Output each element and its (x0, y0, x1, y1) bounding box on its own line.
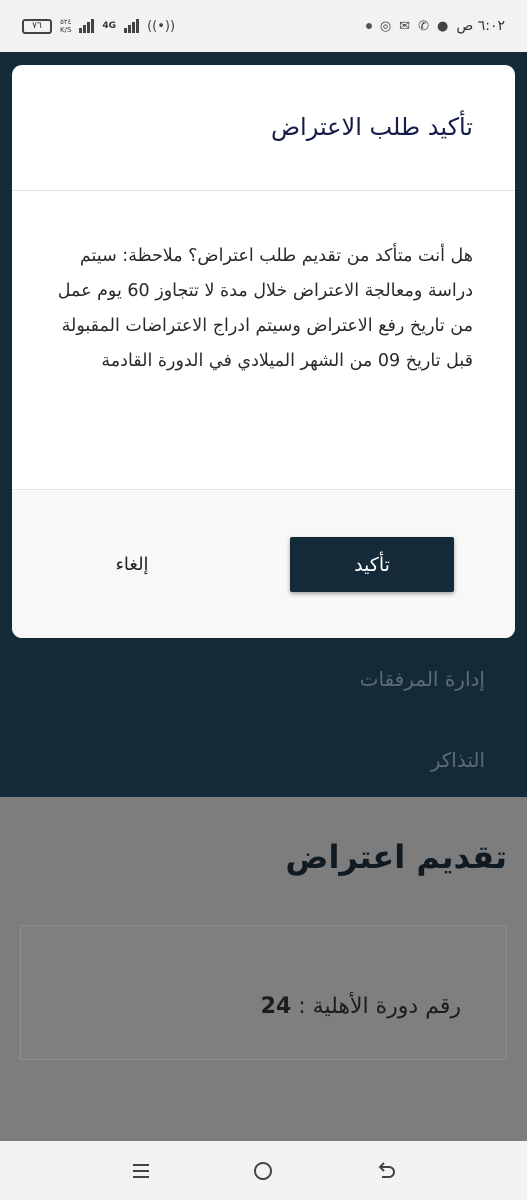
instagram-icon: ◎ (379, 18, 392, 34)
speed-value: ٥٢٤ (60, 18, 72, 26)
menu-item-tickets[interactable]: التذاكر (431, 748, 485, 772)
signal-icon-2 (124, 19, 140, 33)
hotspot-icon: ((•)) (147, 18, 176, 34)
gmail-icon: ✉ (399, 18, 411, 34)
status-left: ٧٦ ٥٢٤ K/S 4G ((•)) (22, 18, 175, 34)
clock: ٦:٠٢ ص (456, 18, 505, 34)
eligibility-line: رقم دورة الأهلية : 24 (261, 994, 461, 1019)
confirm-button[interactable]: تأكيد (290, 537, 454, 592)
back-icon[interactable] (361, 1146, 411, 1196)
status-bar: ٧٦ ٥٢٤ K/S 4G ((•)) ◎ ✉ ✆ ● ٦:٠٢ ص (0, 0, 527, 52)
dialog-footer: تأكيد إلغاء (12, 491, 515, 638)
home-icon[interactable] (238, 1146, 288, 1196)
confirm-objection-dialog: تأكيد طلب الاعتراض هل أنت متأكد من تقديم… (12, 65, 515, 638)
whatsapp-icon: ✆ (418, 18, 429, 34)
cancel-button[interactable]: إلغاء (92, 537, 172, 592)
speed-unit: K/S (60, 26, 72, 34)
menu-item-attachments[interactable]: إدارة المرفقات (360, 667, 485, 691)
battery-level: ٧٦ (32, 21, 42, 31)
dialog-body: هل أنت متأكد من تقديم طلب اعتراض؟ ملاحظة… (12, 192, 515, 490)
eligibility-card: رقم دورة الأهلية : 24 (20, 925, 507, 1060)
battery-icon: ٧٦ (22, 18, 52, 34)
signal-icon (79, 19, 95, 33)
chat-icon: ● (436, 18, 449, 34)
notification-dot-icon (365, 23, 372, 29)
status-right: ◎ ✉ ✆ ● ٦:٠٢ ص (365, 18, 505, 34)
network-speed: ٥٢٤ K/S (60, 18, 71, 34)
network-type: 4G (102, 20, 117, 31)
recent-apps-icon[interactable] (116, 1146, 166, 1196)
navigation-bar (0, 1141, 527, 1200)
eligibility-value: 24 (260, 994, 292, 1019)
eligibility-label: رقم دورة الأهلية : (298, 994, 461, 1019)
page-title: تقديم اعتراض (285, 838, 507, 876)
dialog-message: هل أنت متأكد من تقديم طلب اعتراض؟ ملاحظة… (57, 246, 473, 371)
dialog-header: تأكيد طلب الاعتراض (12, 65, 515, 191)
dialog-title: تأكيد طلب الاعتراض (271, 113, 473, 141)
